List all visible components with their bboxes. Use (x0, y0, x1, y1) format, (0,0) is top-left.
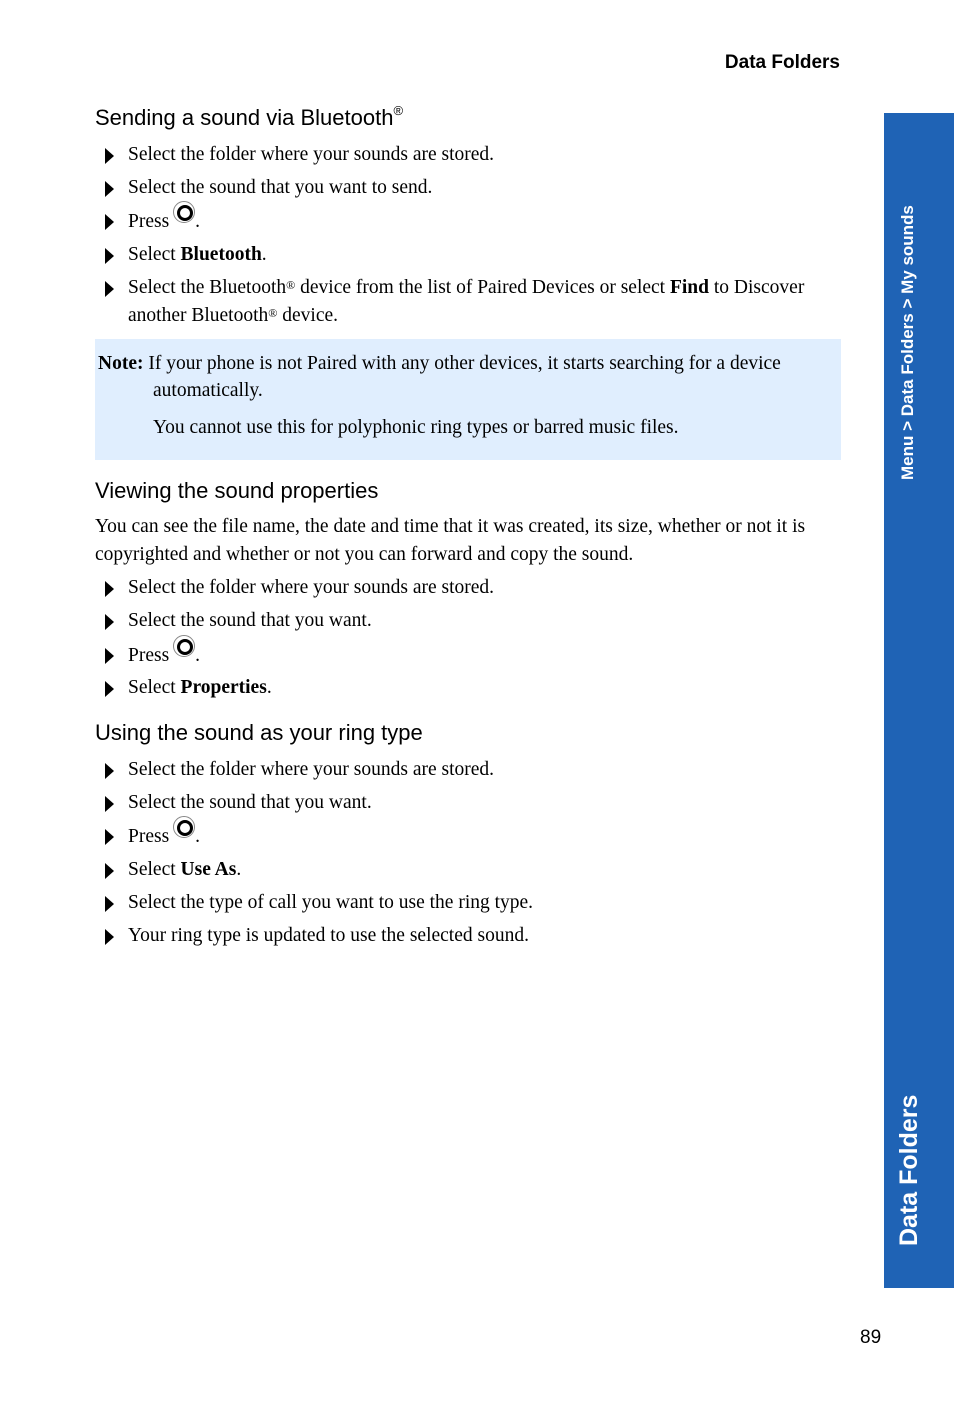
bullet-arrow-icon (105, 648, 114, 664)
note-box: Note: If your phone is not Paired with a… (95, 339, 841, 460)
running-header: Data Folders (724, 52, 840, 73)
side-chapter-title: Data Folders (895, 1094, 923, 1246)
list-item: Select Bluetooth. (105, 241, 841, 269)
bullet-arrow-icon (105, 248, 114, 264)
section-heading-bluetooth: Sending a sound via Bluetooth® (95, 103, 404, 130)
list-item: Press. (105, 635, 841, 670)
menu-option-use-as: Use As (180, 859, 237, 880)
bullet-arrow-icon (105, 281, 114, 297)
bullet-arrow-icon (105, 681, 114, 697)
list-item: Select the folder where your sounds are … (105, 756, 841, 784)
select-key-icon (173, 635, 196, 657)
list-item: Press. (105, 816, 841, 851)
bullet-arrow-icon (105, 181, 114, 197)
bullet-arrow-icon (105, 929, 114, 945)
section-heading-properties: Viewing the sound properties (95, 478, 379, 503)
list-item: Select the type of call you want to use … (105, 889, 841, 917)
list-item: Select the Bluetooth® device from the li… (105, 274, 841, 330)
list-item: Select the sound that you want to send. (105, 174, 841, 202)
chapter-side-tab: Menu > Data Folders > My sounds Data Fol… (884, 113, 954, 1288)
bullet-arrow-icon (105, 148, 114, 164)
bullet-arrow-icon (105, 863, 114, 879)
list-item: Select the folder where your sounds are … (105, 141, 841, 169)
page-number: 89 (860, 1327, 882, 1348)
registered-mark: ® (393, 103, 404, 118)
list-item: Select the sound that you want. (105, 789, 841, 817)
section-heading-ring-type: Using the sound as your ring type (95, 720, 423, 745)
menu-option-find: Find (669, 277, 709, 298)
bullet-arrow-icon (105, 581, 114, 597)
bullet-arrow-icon (105, 796, 114, 812)
list-item: Your ring type is updated to use the sel… (105, 922, 841, 950)
properties-intro: You can see the file name, the date and … (95, 516, 806, 565)
bullet-arrow-icon (105, 829, 114, 845)
menu-option-bluetooth: Bluetooth (180, 244, 262, 265)
bullet-arrow-icon (105, 214, 114, 230)
select-key-icon (173, 201, 196, 223)
menu-option-properties: Properties (180, 677, 267, 698)
list-item: Press. (105, 201, 841, 236)
note-label: Note: (98, 353, 144, 374)
list-item: Select the folder where your sounds are … (105, 574, 841, 602)
bullet-arrow-icon (105, 614, 114, 630)
side-breadcrumb: Menu > Data Folders > My sounds (898, 205, 917, 480)
select-key-icon (173, 816, 196, 838)
bullet-arrow-icon (105, 896, 114, 912)
list-item: Select Use As. (105, 856, 841, 884)
bullet-arrow-icon (105, 763, 114, 779)
list-item: Select the sound that you want. (105, 607, 841, 635)
list-item: Select Properties. (105, 674, 841, 702)
